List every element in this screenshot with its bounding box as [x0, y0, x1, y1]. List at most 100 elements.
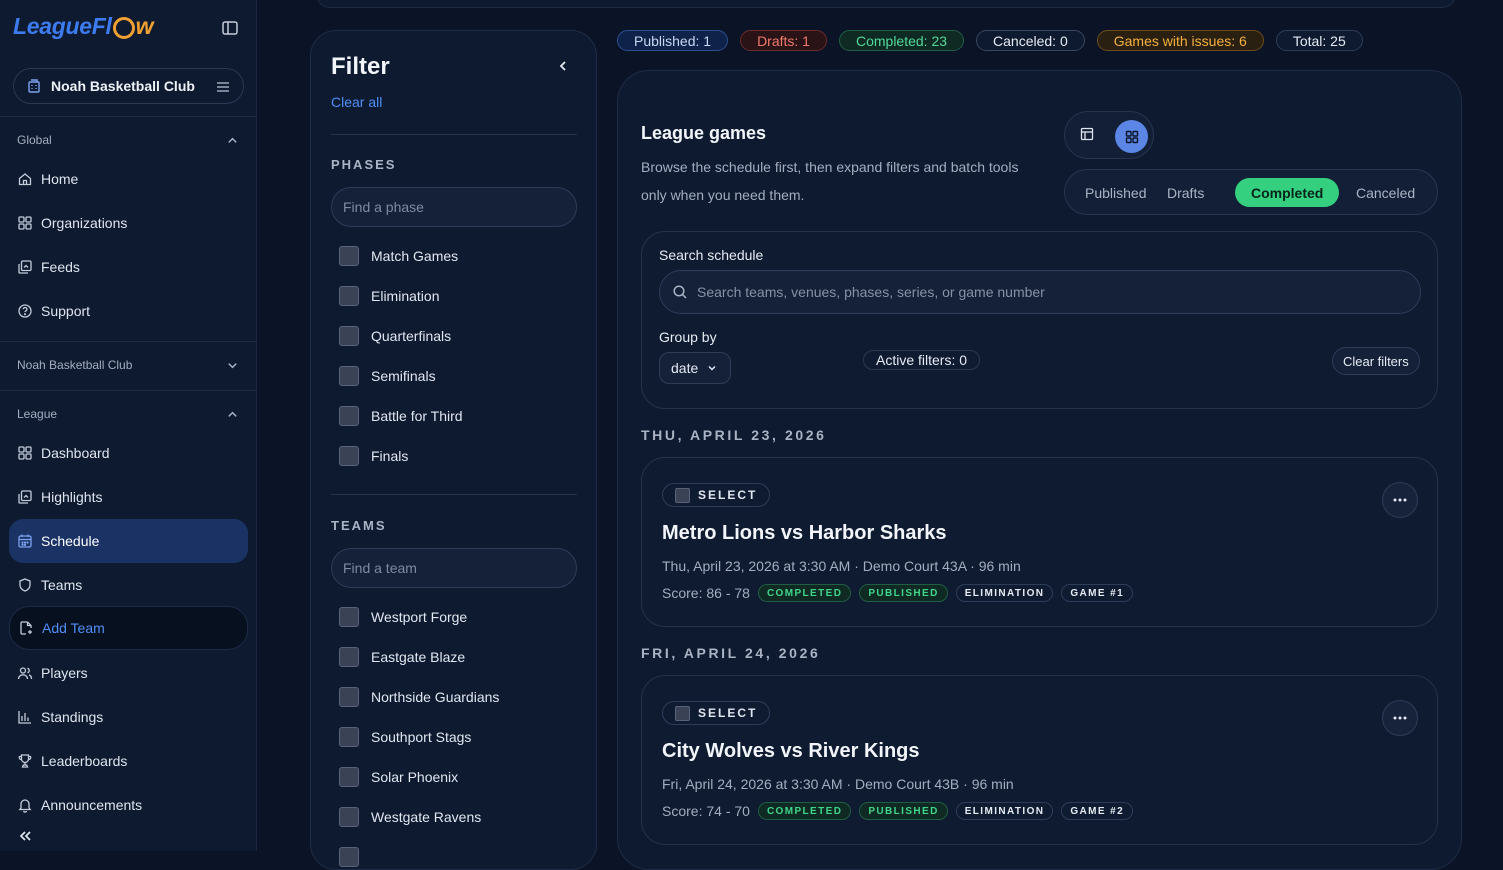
grid-icon [18, 216, 32, 230]
chevron-left-icon[interactable] [556, 59, 570, 73]
users-icon [17, 667, 33, 680]
bar-chart-icon [18, 711, 31, 724]
game-card[interactable]: SELECT Metro Lions vs Harbor Sharks Thu,… [641, 457, 1438, 627]
checkbox[interactable] [339, 687, 359, 707]
game-score: Score: 74 - 70 [662, 803, 750, 819]
divider [0, 390, 257, 391]
chevron-down-icon [708, 365, 716, 371]
search-input[interactable]: Search teams, venues, phases, series, or… [659, 270, 1421, 314]
segment-drafts[interactable]: Drafts [1167, 178, 1204, 207]
clear-filters-button[interactable]: Clear filters [1332, 347, 1420, 375]
double-chevron-left-icon[interactable] [17, 828, 33, 844]
phase-label: Semifinals [371, 368, 436, 384]
sidebar-item-organizations[interactable]: Organizations [9, 201, 248, 245]
team-option[interactable]: Solar Phoenix [339, 767, 458, 787]
checkbox[interactable] [675, 487, 690, 503]
team-label: Solar Phoenix [371, 769, 459, 785]
page-description: Browse the schedule first, then expand f… [641, 159, 1019, 203]
sidebar-item-announcements[interactable]: Announcements [9, 783, 248, 827]
feeds-icon [18, 260, 32, 274]
sidebar-item-dashboard[interactable]: Dashboard [9, 431, 248, 475]
group-by-select[interactable]: date [659, 352, 731, 384]
sidebar-item-schedule[interactable]: Schedule [9, 519, 248, 563]
sidebar-item-add-team[interactable]: Add Team [9, 606, 248, 650]
more-options-button[interactable] [1382, 700, 1418, 736]
checkbox[interactable] [339, 647, 359, 667]
checkbox[interactable] [339, 847, 359, 867]
status-pill-issues: Games with issues: 6 [1096, 30, 1264, 51]
team-search-input[interactable]: Find a team [331, 548, 577, 588]
card-view-button[interactable] [1115, 120, 1148, 153]
team-label: Westgate Ravens [371, 809, 482, 825]
phase-option[interactable]: Semifinals [339, 366, 436, 386]
section-org[interactable]: Noah Basketball Club [17, 358, 239, 372]
phases-heading: PHASES [331, 157, 397, 172]
phase-search-input[interactable]: Find a phase [331, 187, 577, 227]
checkbox[interactable] [339, 767, 359, 787]
team-option[interactable]: Eastgate Blaze [339, 647, 465, 667]
checkbox[interactable] [675, 705, 690, 721]
more-options-button[interactable] [1382, 482, 1418, 518]
checkbox[interactable] [339, 446, 359, 466]
checkbox[interactable] [339, 246, 359, 266]
game-meta: Fri, April 24, 2026 at 3:30 AM · Demo Co… [662, 776, 1014, 792]
sidebar-item-label: Support [41, 303, 91, 319]
phase-label: Finals [371, 448, 409, 464]
select-toggle[interactable]: SELECT [662, 701, 771, 725]
phase-option[interactable]: Elimination [339, 286, 439, 306]
menu-icon[interactable] [215, 79, 231, 95]
sidebar-toggle-icon[interactable] [221, 19, 239, 37]
chevron-up-icon [228, 137, 237, 143]
tag-published: PUBLISHED [859, 802, 948, 820]
sidebar-item-players[interactable]: Players [9, 651, 248, 695]
filter-panel: Filter Clear all PHASES Find a phase Mat… [310, 30, 597, 870]
checkbox[interactable] [339, 326, 359, 346]
tag-phase: ELIMINATION [955, 802, 1054, 820]
logo-text-league: League [13, 13, 92, 39]
segment-completed[interactable]: Completed [1235, 178, 1340, 207]
phase-option[interactable]: Match Games [339, 246, 458, 266]
app-logo[interactable]: League Fl w [13, 13, 153, 40]
section-global[interactable]: Global [17, 133, 239, 147]
team-option[interactable]: Northside Guardians [339, 687, 499, 707]
segment-published[interactable]: Published [1085, 178, 1147, 207]
sidebar-item-label: Feeds [41, 259, 80, 275]
checkbox[interactable] [339, 807, 359, 827]
sidebar-item-highlights[interactable]: Highlights [9, 475, 248, 519]
team-option[interactable]: Southport Stags [339, 727, 471, 747]
group-by-value: date [671, 360, 699, 376]
sidebar-item-support[interactable]: Support [9, 289, 248, 333]
game-card[interactable]: SELECT City Wolves vs River Kings Fri, A… [641, 675, 1438, 845]
team-label: Eastgate Blaze [371, 649, 466, 665]
game-score: Score: 86 - 78 [662, 585, 750, 601]
clear-all-link[interactable]: Clear all [331, 94, 382, 110]
top-bar [316, 0, 1456, 8]
grid-view-icon [1125, 130, 1138, 143]
section-league[interactable]: League [17, 407, 239, 421]
checkbox[interactable] [339, 286, 359, 306]
sidebar-item-teams[interactable]: Teams [9, 563, 248, 607]
sidebar-item-leaderboards[interactable]: Leaderboards [9, 739, 248, 783]
phase-option[interactable]: Quarterfinals [339, 326, 451, 346]
org-switcher[interactable]: Noah Basketball Club [13, 68, 244, 104]
sidebar-item-home[interactable]: Home [9, 157, 248, 201]
phase-option[interactable]: Finals [339, 446, 408, 466]
team-option[interactable] [339, 847, 371, 867]
select-toggle[interactable]: SELECT [662, 483, 771, 507]
sidebar-item-standings[interactable]: Standings [9, 695, 248, 739]
checkbox[interactable] [339, 406, 359, 426]
search-icon [673, 285, 687, 299]
phase-option[interactable]: Battle for Third [339, 406, 463, 426]
search-panel: Search schedule Search teams, venues, ph… [641, 231, 1438, 409]
segment-canceled[interactable]: Canceled [1356, 178, 1415, 207]
checkbox[interactable] [339, 607, 359, 627]
sidebar-item-feeds[interactable]: Feeds [9, 245, 248, 289]
tag-phase: ELIMINATION [955, 584, 1054, 602]
team-option[interactable]: Westgate Ravens [339, 807, 481, 827]
table-view-icon[interactable] [1079, 126, 1095, 142]
calendar-icon [18, 534, 32, 548]
checkbox[interactable] [339, 366, 359, 386]
team-option[interactable]: Westport Forge [339, 607, 467, 627]
highlights-icon [18, 490, 32, 504]
checkbox[interactable] [339, 727, 359, 747]
